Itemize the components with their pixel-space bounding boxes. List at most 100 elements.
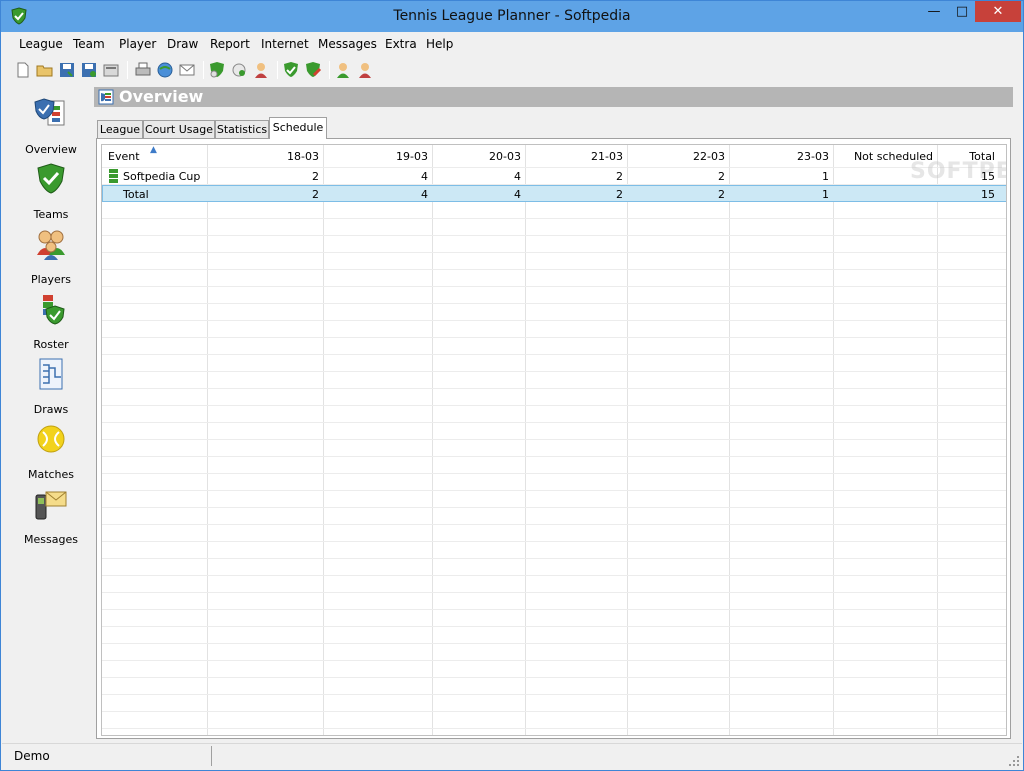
overview-header: Overview: [94, 87, 1013, 107]
properties-icon[interactable]: [101, 60, 121, 80]
column-header-date[interactable]: 20-03: [433, 150, 521, 163]
check-icon[interactable]: [281, 60, 301, 80]
matches-icon: [37, 425, 65, 453]
row-divider: [102, 660, 1006, 661]
column-header-date[interactable]: 22-03: [628, 150, 725, 163]
sort-ascending-icon[interactable]: ▲: [150, 145, 157, 155]
web-icon[interactable]: [155, 60, 175, 80]
teams-icon: [37, 163, 65, 194]
table-cell: 2: [718, 170, 725, 183]
sidebar-item-draws[interactable]: Draws: [9, 357, 93, 421]
players-icon[interactable]: [251, 60, 271, 80]
sidebar-item-roster[interactable]: Roster: [9, 292, 93, 356]
edit-icon[interactable]: [303, 60, 323, 80]
row-divider: [102, 524, 1006, 525]
column-divider: [525, 145, 526, 735]
row-divider: [102, 609, 1006, 610]
row-divider: [102, 235, 1006, 236]
table-row-total[interactable]: Total 2 4 4 2 2 1 15: [102, 185, 1006, 202]
total-label: Total: [123, 188, 149, 201]
close-button[interactable]: ✕: [975, 1, 1021, 22]
row-divider: [102, 541, 1006, 542]
resize-grip-icon[interactable]: [1008, 755, 1020, 767]
remove-player-icon[interactable]: [355, 60, 375, 80]
row-divider: [102, 558, 1006, 559]
event-name: Softpedia Cup: [123, 170, 201, 183]
column-divider: [627, 145, 628, 735]
row-divider: [102, 728, 1006, 729]
page-title: Overview: [119, 87, 204, 106]
table-header: ▲ Event 18-03 19-03 20-03 21-03 22-03 23…: [102, 145, 1006, 167]
menu-internet[interactable]: Internet: [261, 37, 309, 51]
column-divider: [729, 145, 730, 735]
status-bar: Demo: [2, 743, 1022, 769]
sidebar-item-players[interactable]: Players: [9, 227, 93, 291]
schedule-grid[interactable]: SOFTPEDIA ▲ Event 18-03 19-03 20-03 21-0…: [101, 144, 1007, 736]
menu-team[interactable]: Team: [73, 37, 105, 51]
column-header-not-scheduled[interactable]: Not scheduled: [834, 150, 933, 163]
sidebar-item-messages[interactable]: Messages: [9, 487, 93, 551]
sidebar-item-label: Draws: [33, 403, 69, 416]
table-cell: 4: [421, 170, 428, 183]
row-divider: [102, 711, 1006, 712]
title-bar[interactable]: Tennis League Planner - Softpedia — □ ✕: [1, 1, 1023, 32]
tab-panel: SOFTPEDIA ▲ Event 18-03 19-03 20-03 21-0…: [96, 138, 1011, 739]
row-divider: [102, 354, 1006, 355]
print-icon[interactable]: [133, 60, 153, 80]
table-row[interactable]: Softpedia Cup 2 4 4 2 2 1 15: [102, 168, 1006, 185]
minimize-button[interactable]: —: [919, 1, 949, 22]
table-cell: 2: [718, 188, 725, 201]
sidebar-item-teams[interactable]: Teams: [9, 162, 93, 226]
row-divider: [102, 439, 1006, 440]
sidebar-item-matches[interactable]: Matches: [9, 422, 93, 486]
menu-player[interactable]: Player: [119, 37, 156, 51]
tab-schedule[interactable]: Schedule: [269, 117, 327, 139]
table-cell: 2: [616, 188, 623, 201]
column-header-date[interactable]: 21-03: [526, 150, 623, 163]
ball-icon[interactable]: [229, 60, 249, 80]
sidebar-item-label: Messages: [24, 533, 78, 546]
players-icon: [37, 230, 65, 260]
row-divider: [102, 388, 1006, 389]
toolbar-separator: [277, 61, 278, 79]
row-divider: [102, 422, 1006, 423]
row-divider: [102, 303, 1006, 304]
save-as-icon[interactable]: [79, 60, 99, 80]
column-divider: [432, 145, 433, 735]
column-header-date[interactable]: 18-03: [208, 150, 319, 163]
add-player-icon[interactable]: [333, 60, 353, 80]
menu-help[interactable]: Help: [426, 37, 453, 51]
column-header-total[interactable]: Total: [938, 150, 995, 163]
sidebar-item-label: Teams: [33, 208, 69, 221]
row-divider: [102, 490, 1006, 491]
new-document-icon[interactable]: [13, 60, 33, 80]
column-header-date[interactable]: 23-03: [730, 150, 829, 163]
event-icon[interactable]: [207, 60, 227, 80]
column-header-event[interactable]: Event: [108, 150, 140, 163]
open-folder-icon[interactable]: [35, 60, 55, 80]
column-header-date[interactable]: 19-03: [324, 150, 428, 163]
tab-statistics[interactable]: Statistics: [215, 120, 269, 139]
menu-league[interactable]: League: [19, 37, 63, 51]
tab-court-usage[interactable]: Court Usage: [143, 120, 215, 139]
menu-messages[interactable]: Messages: [318, 37, 377, 51]
table-cell: 2: [616, 170, 623, 183]
email-icon[interactable]: [177, 60, 197, 80]
sidebar-item-overview[interactable]: Overview: [9, 97, 93, 161]
menu-report[interactable]: Report: [210, 37, 250, 51]
sidebar-item-label: Matches: [27, 468, 75, 481]
menu-bar: League Team Player Draw Report Internet …: [9, 34, 1017, 56]
toolbar-separator: [127, 61, 128, 79]
save-icon[interactable]: [57, 60, 77, 80]
maximize-button[interactable]: □: [949, 1, 975, 22]
row-divider: [102, 456, 1006, 457]
row-divider: [102, 507, 1006, 508]
row-divider: [102, 218, 1006, 219]
table-cell: 1: [822, 170, 829, 183]
toolbar: [9, 57, 1017, 85]
menu-draw[interactable]: Draw: [167, 37, 198, 51]
column-divider: [833, 145, 834, 735]
menu-extra[interactable]: Extra: [385, 37, 417, 51]
tab-league[interactable]: League: [97, 120, 143, 139]
event-icon: [109, 169, 118, 183]
